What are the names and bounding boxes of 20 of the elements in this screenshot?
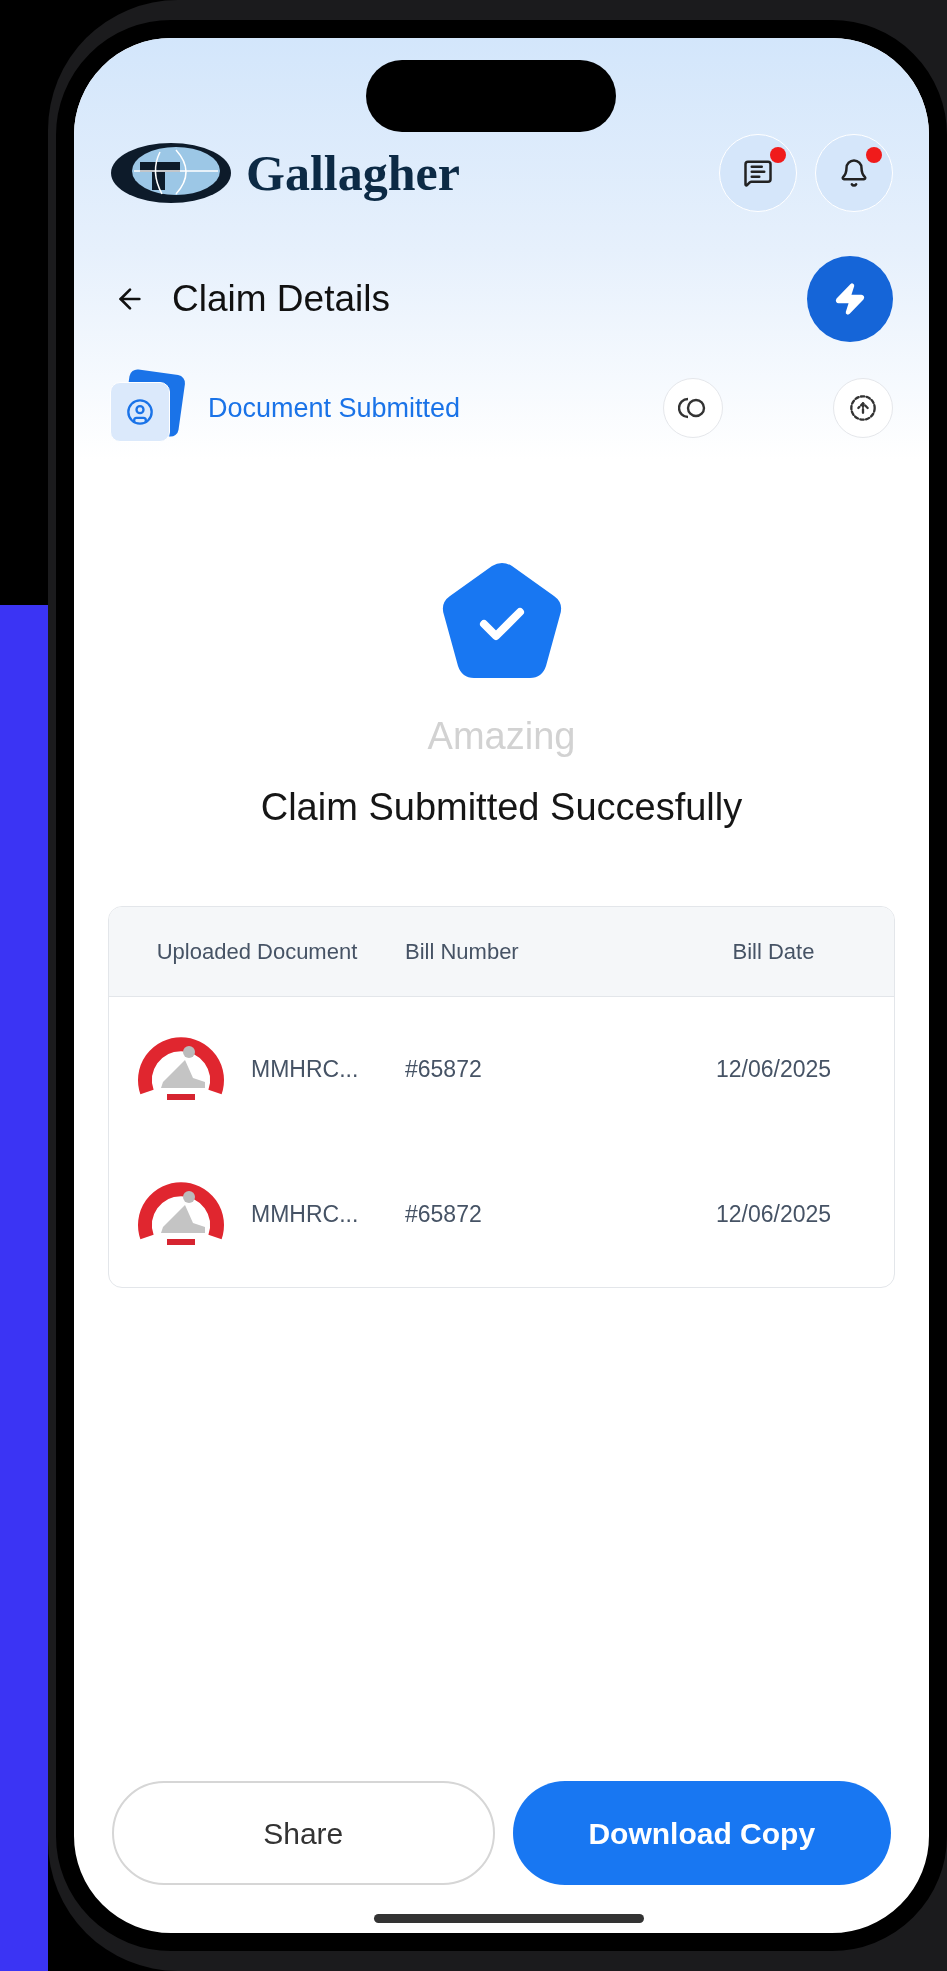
- column-header: Uploaded Document: [156, 938, 358, 966]
- bill-date: 12/06/2025: [715, 1200, 832, 1230]
- download-copy-button[interactable]: Download Copy: [512, 1781, 891, 1885]
- chat-icon: [743, 158, 773, 188]
- document-name: MMHRC...: [251, 1055, 359, 1085]
- document-stack-icon: [110, 372, 184, 444]
- result-title: Claim Submitted Succesfully: [260, 785, 743, 830]
- bill-number: #65872: [405, 1200, 483, 1230]
- column-header: Bill Number: [405, 938, 520, 966]
- bell-icon: [839, 158, 869, 188]
- document-name: MMHRC...: [251, 1200, 359, 1230]
- globe-logo-icon: [110, 142, 232, 204]
- bill-number: #65872: [405, 1055, 483, 1085]
- lightning-icon: [833, 282, 867, 316]
- bill-date: 12/06/2025: [715, 1055, 832, 1085]
- status-label: Document Submitted: [208, 391, 461, 425]
- share-button[interactable]: Share: [112, 1781, 495, 1885]
- page-title: Claim Details: [172, 277, 390, 322]
- brand-wordmark: Gallagher: [246, 143, 460, 203]
- column-header: Bill Date: [732, 938, 815, 966]
